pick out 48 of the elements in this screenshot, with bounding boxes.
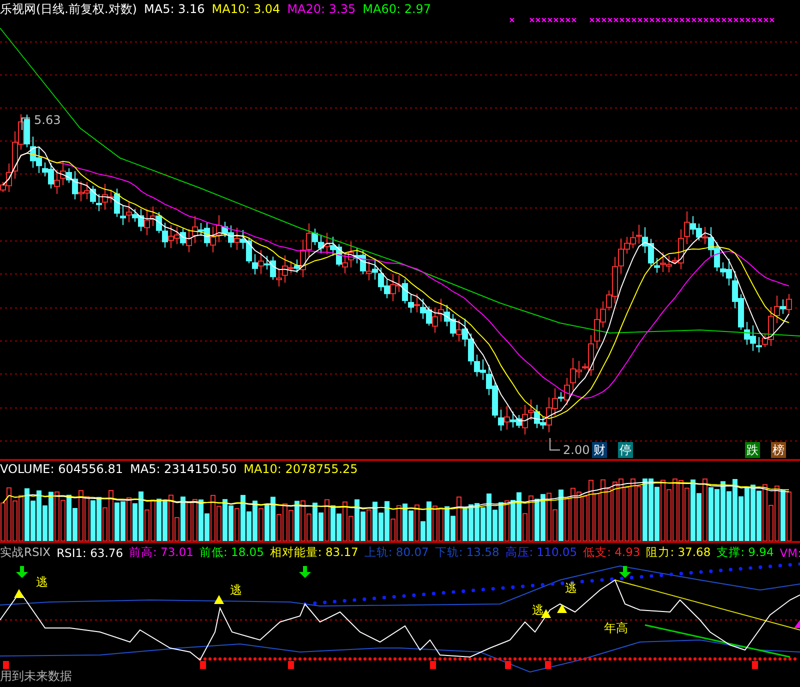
escape-signal-label: 逃 — [36, 574, 48, 591]
future-data-warning: 用到未来数据 — [0, 668, 72, 685]
leader-line — [22, 118, 30, 130]
escape-signal-label: 逃 — [532, 602, 544, 619]
indicator-value: 前高: 73.01 — [129, 545, 194, 560]
leader-line — [550, 438, 560, 450]
indicator-value: 下轨: 13.58 — [434, 545, 500, 560]
indicator-value: VM: — [780, 546, 800, 560]
indicator-value: 支撑: 9.94 — [716, 545, 774, 560]
square-marker-icon — [752, 661, 758, 669]
moving-average-value: MA20: 3.35 — [287, 2, 356, 16]
event-badge[interactable]: 财 — [592, 442, 607, 458]
moving-average-value: MA5: 3.16 — [144, 2, 205, 16]
indicator-value: 前低: 18.05 — [199, 545, 264, 560]
indicator-value: 低支: 4.93 — [583, 545, 640, 560]
indicator-value: 实战RSIX — [0, 545, 51, 560]
volume-value: MA5: 2314150.50 — [130, 462, 237, 476]
down-arrow-icon — [619, 566, 631, 578]
chart-title: 乐视网(日线.前复权.对数) — [0, 0, 137, 18]
square-marker-icon — [3, 661, 9, 669]
triangle-marker-icon — [794, 620, 800, 628]
indicator-value: 高压: 110.05 — [505, 545, 578, 560]
indicator-value: 上轨: 80.07 — [364, 545, 429, 560]
square-marker-icon — [505, 661, 511, 669]
square-marker-icon — [288, 661, 294, 669]
square-marker-icon — [430, 661, 436, 669]
low-price-label: 2.00 — [563, 443, 590, 457]
indicator-value: RSI1: 63.76 — [56, 546, 124, 560]
down-arrow-icon — [299, 566, 311, 578]
event-badge[interactable]: 榜 — [771, 442, 786, 458]
event-badge[interactable]: 跌 — [745, 442, 760, 458]
high-price-label: 5.63 — [34, 113, 61, 127]
moving-average-value: MA60: 2.97 — [362, 2, 432, 16]
triangle-marker-icon — [14, 589, 24, 598]
square-marker-icon — [200, 661, 206, 669]
volume-value: VOLUME: 604556.81 — [0, 462, 123, 476]
triangle-marker-icon — [557, 604, 567, 613]
year-high-label: 年高 — [604, 620, 628, 637]
square-marker-icon — [545, 661, 551, 669]
event-badge[interactable]: 停 — [618, 442, 633, 458]
escape-signal-label: 逃 — [230, 582, 242, 599]
triangle-marker-icon — [214, 595, 224, 604]
volume-value: MA10: 2078755.25 — [244, 462, 358, 476]
down-arrow-icon — [16, 566, 28, 578]
indicator-value: 相对能量: 83.17 — [270, 545, 358, 560]
escape-signal-label: 逃 — [565, 580, 577, 597]
moving-average-value: MA10: 3.04 — [212, 2, 280, 16]
indicator-value: 阻力: 37.68 — [646, 545, 711, 560]
